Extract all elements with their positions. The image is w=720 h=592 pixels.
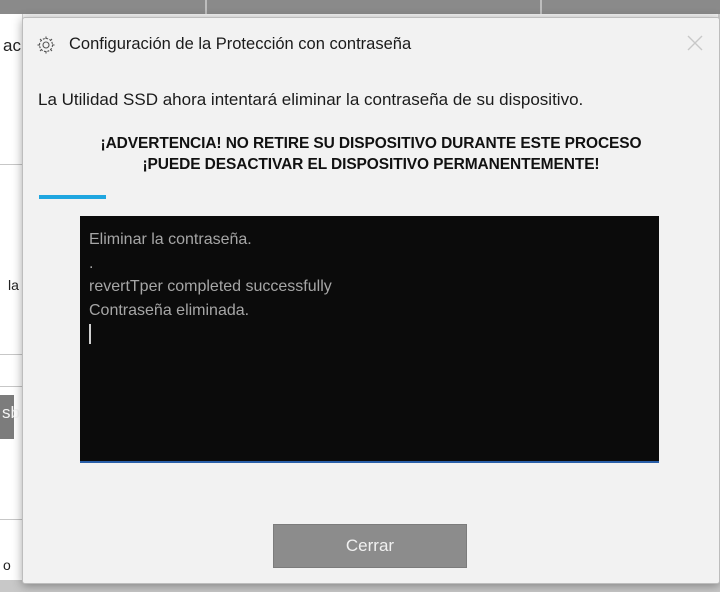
panel-divider [0,386,22,387]
panel-divider [0,354,22,355]
toolbar-separator [205,0,207,14]
panel-divider [0,164,22,165]
dialog-titlebar[interactable]: Configuración de la Protección con contr… [23,18,719,70]
password-protection-dialog: Configuración de la Protección con contr… [22,17,720,584]
toolbar-separator [540,0,542,14]
background-left-panel [0,14,23,592]
console-line: . [89,254,94,272]
background-text-fragment: o [3,557,11,573]
warning-text: ¡ADVERTENCIA! NO RETIRE SU DISPOSITIVO D… [23,133,719,175]
warning-line: ¡PUEDE DESACTIVAR EL DISPOSITIVO PERMANE… [142,156,600,173]
background-toolbar [0,0,720,14]
close-icon[interactable] [683,31,707,55]
background-text-fragment: la [8,277,19,293]
text-cursor [89,323,91,344]
dialog-message: La Utilidad SSD ahora intentará eliminar… [38,90,584,109]
background-text-fragment: ac [3,36,21,55]
warning-line: ¡ADVERTENCIA! NO RETIRE SU DISPOSITIVO D… [100,135,642,152]
progress-bar [39,195,237,199]
close-button[interactable]: Cerrar [273,524,467,568]
gear-logo-icon [37,36,55,54]
console-output[interactable]: Eliminar la contraseña. . revertTper com… [80,216,659,463]
background-text-fragment: sb [2,403,20,422]
dialog-title: Configuración de la Protección con contr… [69,35,412,53]
console-line: Contraseña eliminada. [89,301,250,319]
panel-divider [0,519,22,520]
console-line: Eliminar la contraseña. [89,231,252,248]
console-line: revertTper completed successfully [89,278,332,295]
console-cursor-line [89,322,650,346]
progress-bar-fill [39,195,107,199]
